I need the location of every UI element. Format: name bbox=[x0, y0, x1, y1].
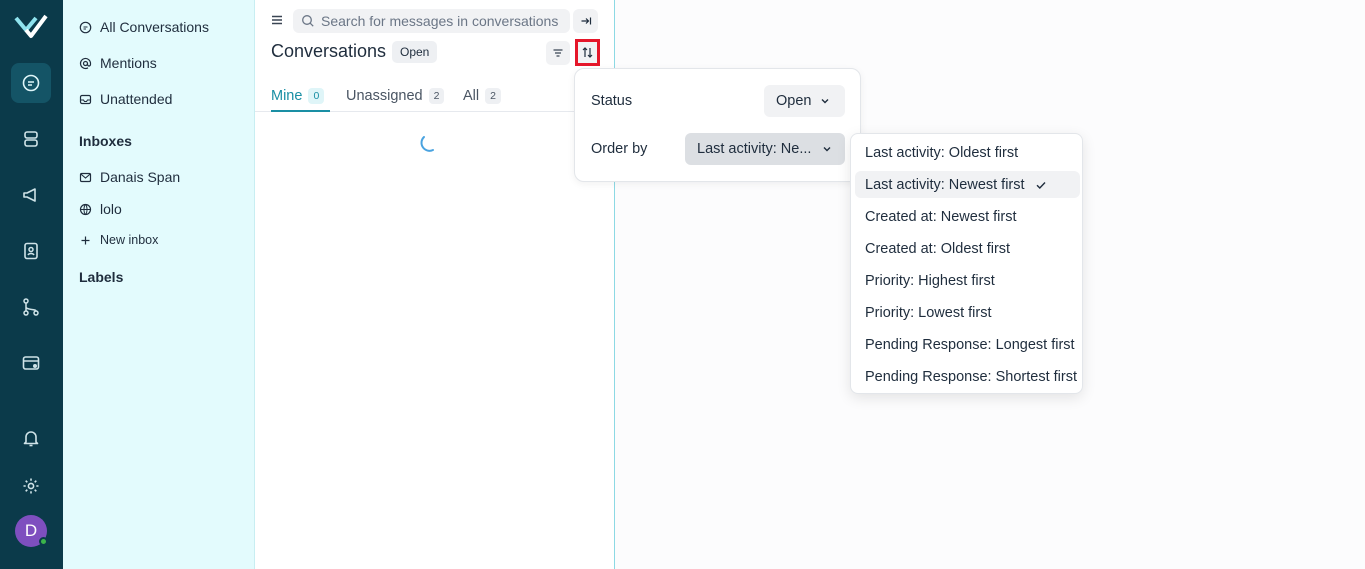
sidebar-item-mentions[interactable]: Mentions bbox=[79, 52, 157, 74]
order-by-dropdown: Last activity: Oldest first Last activit… bbox=[850, 133, 1083, 394]
checkmark-icon bbox=[1036, 181, 1046, 189]
order-option[interactable]: Pending Response: Longest first bbox=[855, 331, 1080, 358]
sidebar-item-label: Mentions bbox=[100, 55, 157, 71]
chevron-down-icon bbox=[821, 99, 829, 104]
sort-arrows-icon bbox=[582, 47, 593, 58]
arrow-to-right-icon bbox=[581, 17, 591, 25]
inboxes-heading: Inboxes bbox=[79, 133, 132, 149]
search-input[interactable]: Search for messages in conversations bbox=[293, 9, 570, 33]
chevron-down-icon bbox=[823, 147, 831, 152]
order-by-label: Order by bbox=[591, 141, 648, 157]
tab-unassigned[interactable]: Unassigned 2 bbox=[346, 85, 445, 107]
bell-icon bbox=[23, 431, 39, 447]
sidebar-inbox-lolo[interactable]: lolo bbox=[79, 198, 122, 220]
conversation-icon bbox=[79, 21, 92, 33]
tab-label: Unassigned bbox=[346, 88, 423, 104]
settings-gear-icon bbox=[23, 478, 39, 494]
collapse-panel-button[interactable] bbox=[573, 9, 598, 33]
new-inbox-button[interactable]: New inbox bbox=[79, 229, 158, 251]
tab-mine[interactable]: Mine 0 bbox=[271, 85, 325, 107]
automation-branch-icon bbox=[23, 298, 39, 316]
rail-campaigns[interactable] bbox=[11, 175, 51, 215]
order-option-selected[interactable]: Last activity: Newest first bbox=[855, 171, 1080, 198]
sidebar-item-all-conversations[interactable]: All Conversations bbox=[79, 16, 209, 38]
rail-contacts[interactable] bbox=[11, 119, 51, 159]
order-option[interactable]: Created at: Newest first bbox=[855, 203, 1080, 230]
order-by-select-value: Last activity: Ne... bbox=[697, 141, 812, 157]
tab-label: All bbox=[463, 88, 480, 104]
order-by-select[interactable]: Last activity: Ne... bbox=[685, 133, 845, 165]
sidebar-item-label: All Conversations bbox=[100, 19, 209, 35]
user-avatar[interactable]: D bbox=[15, 515, 48, 547]
app-logo-icon[interactable] bbox=[14, 12, 48, 40]
email-icon bbox=[79, 172, 92, 182]
order-option[interactable]: Last activity: Oldest first bbox=[855, 139, 1080, 166]
secondary-sidebar: All Conversations Mentions Unattended In… bbox=[63, 0, 255, 569]
page-title: Conversations bbox=[271, 41, 387, 61]
order-option-label: Created at: Oldest first bbox=[865, 240, 1011, 257]
sidebar-item-unattended[interactable]: Unattended bbox=[79, 88, 172, 110]
tab-all[interactable]: All 2 bbox=[463, 85, 501, 107]
order-option-label: Last activity: Oldest first bbox=[865, 144, 1019, 161]
contacts-stack-icon bbox=[24, 131, 38, 147]
order-option-label: Created at: Newest first bbox=[865, 208, 1017, 225]
wallet-icon bbox=[22, 356, 40, 370]
tab-count: 2 bbox=[485, 88, 501, 104]
inbox-tray-icon bbox=[79, 94, 92, 104]
tab-count: 0 bbox=[308, 88, 325, 104]
plus-icon bbox=[81, 236, 90, 244]
order-option[interactable]: Pending Response: Shortest first bbox=[855, 363, 1080, 390]
rail-settings[interactable] bbox=[11, 466, 51, 506]
order-option-label: Priority: Lowest first bbox=[865, 304, 992, 321]
loading-spinner-icon bbox=[420, 136, 434, 152]
sort-popover: Status Open Order by Last activity: Ne..… bbox=[574, 68, 861, 182]
status-select-value: Open bbox=[776, 93, 812, 109]
search-icon bbox=[302, 15, 314, 27]
menu-hamburger-icon[interactable] bbox=[269, 12, 285, 28]
conversation-list-panel: Search for messages in conversations Con… bbox=[255, 0, 615, 569]
tab-label: Mine bbox=[271, 88, 303, 104]
rail-wallet[interactable] bbox=[11, 343, 51, 383]
rail-contact-book[interactable] bbox=[11, 231, 51, 271]
search-placeholder: Search for messages in conversations bbox=[321, 13, 559, 29]
conversations-icon bbox=[22, 74, 40, 92]
tab-count: 2 bbox=[428, 88, 445, 104]
labels-heading: Labels bbox=[79, 269, 124, 285]
avatar-initial: D bbox=[24, 521, 38, 540]
rail-conversations[interactable] bbox=[11, 63, 51, 103]
order-option-label: Priority: Highest first bbox=[865, 272, 995, 289]
status-select[interactable]: Open bbox=[764, 85, 845, 117]
sidebar-item-label: Unattended bbox=[100, 91, 173, 107]
sidebar-inbox-danais-span[interactable]: Danais Span bbox=[79, 166, 180, 188]
order-option-label: Last activity: Newest first bbox=[865, 176, 1025, 193]
online-status-dot bbox=[39, 537, 48, 546]
globe-icon bbox=[79, 203, 92, 215]
sidebar-item-label: Danais Span bbox=[100, 169, 181, 185]
order-option[interactable]: Priority: Highest first bbox=[855, 267, 1080, 294]
order-option-label: Pending Response: Shortest first bbox=[865, 368, 1077, 385]
status-label: Status bbox=[591, 93, 633, 109]
rail-automation[interactable] bbox=[11, 287, 51, 327]
filter-icon bbox=[553, 49, 563, 57]
sidebar-item-label: lolo bbox=[100, 201, 122, 217]
contact-book-icon bbox=[24, 242, 38, 260]
campaigns-megaphone-icon bbox=[23, 188, 36, 202]
sort-button[interactable] bbox=[575, 39, 600, 66]
conversation-tabs: Mine 0 Unassigned 2 All 2 bbox=[255, 80, 614, 112]
rail-notifications[interactable] bbox=[11, 418, 51, 458]
active-tab-indicator bbox=[271, 110, 330, 112]
order-option-label: Pending Response: Longest first bbox=[865, 336, 1075, 353]
icon-rail: D bbox=[0, 0, 63, 569]
new-inbox-label: New inbox bbox=[100, 233, 159, 247]
status-badge: Open bbox=[392, 41, 438, 63]
order-option[interactable]: Priority: Lowest first bbox=[855, 299, 1080, 326]
at-sign-icon bbox=[79, 57, 92, 69]
filter-button[interactable] bbox=[546, 41, 570, 65]
order-option[interactable]: Created at: Oldest first bbox=[855, 235, 1080, 262]
